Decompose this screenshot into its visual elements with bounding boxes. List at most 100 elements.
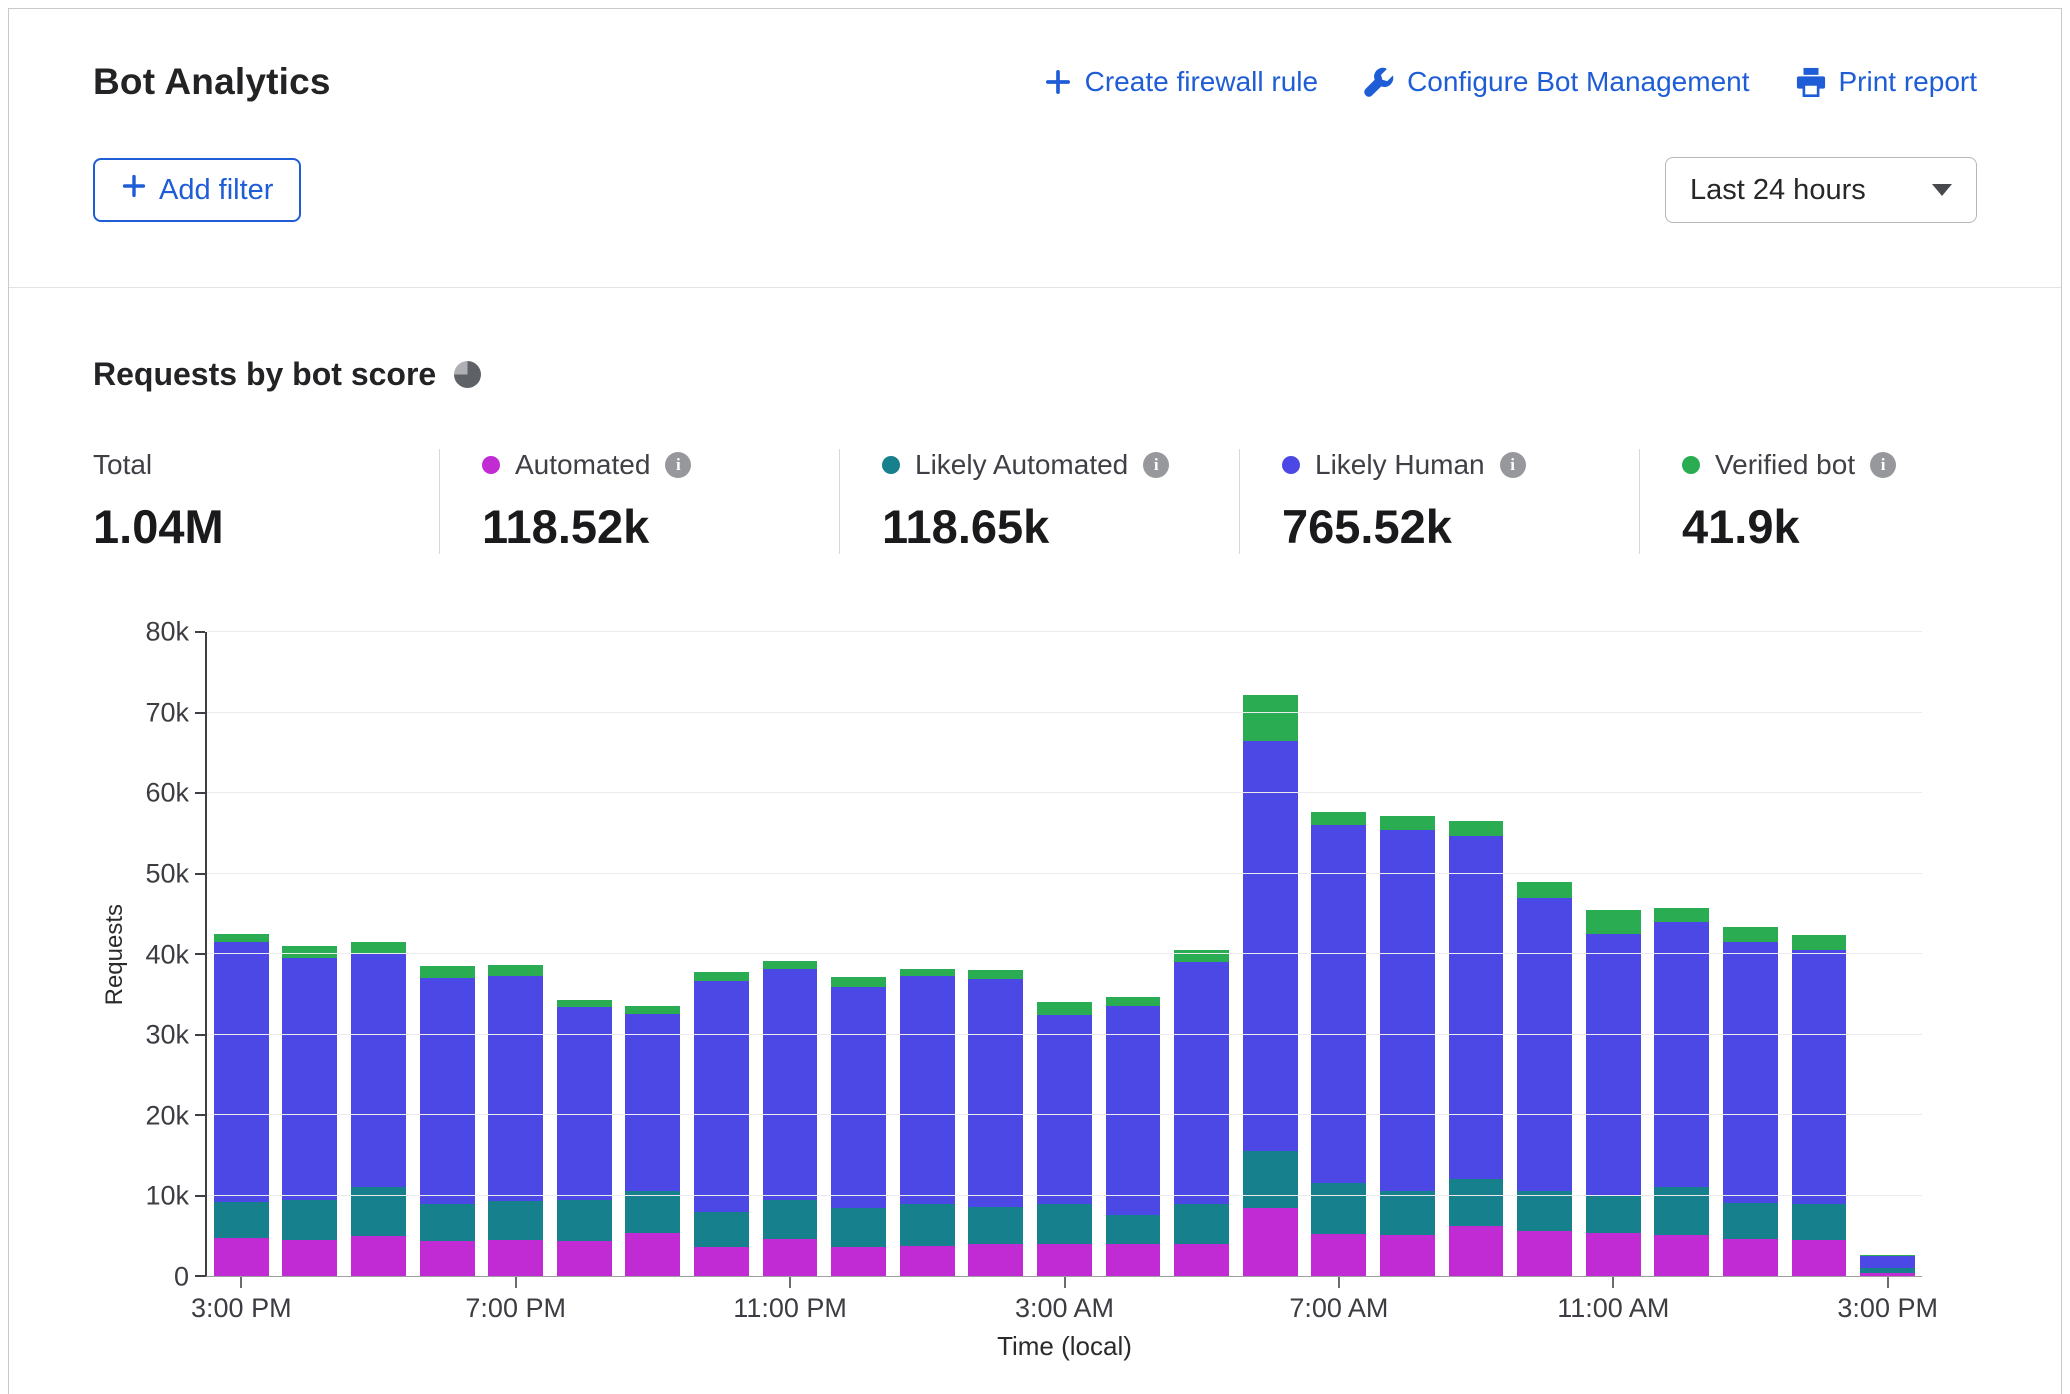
stacked-bar-9-00-am[interactable] — [1449, 632, 1504, 1276]
segment-likely-human[interactable] — [420, 978, 475, 1203]
segment-likely-automated[interactable] — [694, 1212, 749, 1247]
segment-automated[interactable] — [1723, 1239, 1778, 1276]
segment-likely-automated[interactable] — [488, 1201, 543, 1240]
segment-likely-human[interactable] — [351, 954, 406, 1187]
segment-verified-bot[interactable] — [1449, 821, 1504, 836]
stacked-bar-11-00-am[interactable] — [1586, 632, 1641, 1276]
segment-verified-bot[interactable] — [1586, 910, 1641, 934]
segment-likely-human[interactable] — [694, 981, 749, 1212]
segment-verified-bot[interactable] — [1243, 695, 1298, 741]
segment-automated[interactable] — [1380, 1235, 1435, 1276]
segment-automated[interactable] — [420, 1241, 475, 1276]
segment-automated[interactable] — [1654, 1235, 1709, 1276]
segment-verified-bot[interactable] — [557, 1000, 612, 1007]
segment-likely-human[interactable] — [282, 958, 337, 1200]
segment-verified-bot[interactable] — [1792, 935, 1847, 950]
segment-likely-human[interactable] — [1037, 1015, 1092, 1203]
segment-automated[interactable] — [900, 1246, 955, 1276]
create-firewall-rule-link[interactable]: Create firewall rule — [1044, 66, 1318, 98]
segment-likely-human[interactable] — [214, 942, 269, 1202]
stacked-bar-5-00-pm[interactable] — [351, 632, 406, 1276]
segment-automated[interactable] — [763, 1239, 818, 1276]
segment-automated[interactable] — [1860, 1273, 1915, 1276]
stacked-bar-6-00-am[interactable] — [1243, 632, 1298, 1276]
segment-likely-human[interactable] — [1243, 741, 1298, 1152]
segment-automated[interactable] — [1517, 1231, 1572, 1276]
segment-likely-automated[interactable] — [1380, 1191, 1435, 1234]
segment-verified-bot[interactable] — [420, 966, 475, 978]
segment-verified-bot[interactable] — [1517, 882, 1572, 897]
segment-verified-bot[interactable] — [968, 970, 1023, 979]
stacked-bar-8-00-pm[interactable] — [557, 632, 612, 1276]
stacked-bar-3-00-pm[interactable] — [1860, 632, 1915, 1276]
stacked-bar-7-00-pm[interactable] — [488, 632, 543, 1276]
segment-likely-human[interactable] — [900, 976, 955, 1204]
segment-automated[interactable] — [557, 1241, 612, 1276]
segment-verified-bot[interactable] — [1654, 908, 1709, 922]
segment-likely-automated[interactable] — [1311, 1183, 1366, 1234]
segment-verified-bot[interactable] — [282, 946, 337, 958]
stacked-bar-1-00-pm[interactable] — [1723, 632, 1778, 1276]
segment-verified-bot[interactable] — [214, 934, 269, 942]
segment-likely-human[interactable] — [1174, 962, 1229, 1204]
segment-likely-automated[interactable] — [1106, 1215, 1161, 1244]
segment-verified-bot[interactable] — [1174, 950, 1229, 962]
segment-likely-automated[interactable] — [214, 1202, 269, 1238]
stacked-bar-10-00-pm[interactable] — [694, 632, 749, 1276]
segment-likely-automated[interactable] — [831, 1208, 886, 1247]
segment-likely-human[interactable] — [1723, 942, 1778, 1203]
segment-likely-automated[interactable] — [1517, 1191, 1572, 1231]
segment-verified-bot[interactable] — [831, 977, 886, 987]
info-icon[interactable]: i — [1143, 452, 1169, 478]
segment-verified-bot[interactable] — [1723, 927, 1778, 942]
segment-automated[interactable] — [351, 1236, 406, 1276]
segment-verified-bot[interactable] — [763, 961, 818, 969]
info-icon[interactable]: i — [1500, 452, 1526, 478]
stacked-bar-2-00-pm[interactable] — [1792, 632, 1847, 1276]
segment-automated[interactable] — [1243, 1208, 1298, 1276]
segment-likely-automated[interactable] — [763, 1200, 818, 1239]
segment-likely-automated[interactable] — [968, 1207, 1023, 1244]
segment-automated[interactable] — [1792, 1240, 1847, 1276]
stacked-bar-9-00-pm[interactable] — [625, 632, 680, 1276]
segment-likely-automated[interactable] — [420, 1204, 475, 1242]
info-icon[interactable]: i — [665, 452, 691, 478]
segment-automated[interactable] — [488, 1240, 543, 1276]
add-filter-button[interactable]: Add filter — [93, 158, 301, 222]
segment-likely-automated[interactable] — [557, 1200, 612, 1240]
segment-automated[interactable] — [282, 1240, 337, 1276]
segment-automated[interactable] — [625, 1233, 680, 1276]
segment-automated[interactable] — [1037, 1244, 1092, 1276]
stacked-bar-12-00-pm[interactable] — [1654, 632, 1709, 1276]
segment-automated[interactable] — [1311, 1234, 1366, 1276]
segment-likely-human[interactable] — [831, 987, 886, 1208]
stacked-bar-3-00-pm[interactable] — [214, 632, 269, 1276]
segment-likely-human[interactable] — [1380, 830, 1435, 1191]
segment-automated[interactable] — [214, 1238, 269, 1276]
print-report-link[interactable]: Print report — [1796, 66, 1978, 98]
segment-likely-human[interactable] — [1792, 950, 1847, 1204]
segment-likely-automated[interactable] — [1586, 1195, 1641, 1234]
segment-likely-human[interactable] — [1311, 825, 1366, 1183]
segment-verified-bot[interactable] — [1311, 812, 1366, 826]
segment-automated[interactable] — [968, 1244, 1023, 1276]
stacked-bar-11-00-pm[interactable] — [763, 632, 818, 1276]
segment-likely-human[interactable] — [1860, 1256, 1915, 1268]
segment-likely-automated[interactable] — [1449, 1179, 1504, 1226]
stacked-bar-4-00-am[interactable] — [1106, 632, 1161, 1276]
segment-verified-bot[interactable] — [488, 965, 543, 975]
segment-likely-human[interactable] — [488, 976, 543, 1201]
stacked-bar-2-00-am[interactable] — [968, 632, 1023, 1276]
segment-likely-automated[interactable] — [1243, 1151, 1298, 1208]
stacked-bar-5-00-am[interactable] — [1174, 632, 1229, 1276]
info-icon[interactable]: i — [1870, 452, 1896, 478]
time-range-select[interactable]: Last 24 hours — [1665, 157, 1977, 223]
stacked-bar-10-00-am[interactable] — [1517, 632, 1572, 1276]
stacked-bar-3-00-am[interactable] — [1037, 632, 1092, 1276]
segment-likely-automated[interactable] — [282, 1200, 337, 1240]
segment-automated[interactable] — [694, 1247, 749, 1276]
segment-automated[interactable] — [1174, 1244, 1229, 1276]
segment-likely-human[interactable] — [1517, 898, 1572, 1191]
segment-likely-human[interactable] — [625, 1014, 680, 1191]
segment-likely-human[interactable] — [1586, 934, 1641, 1195]
